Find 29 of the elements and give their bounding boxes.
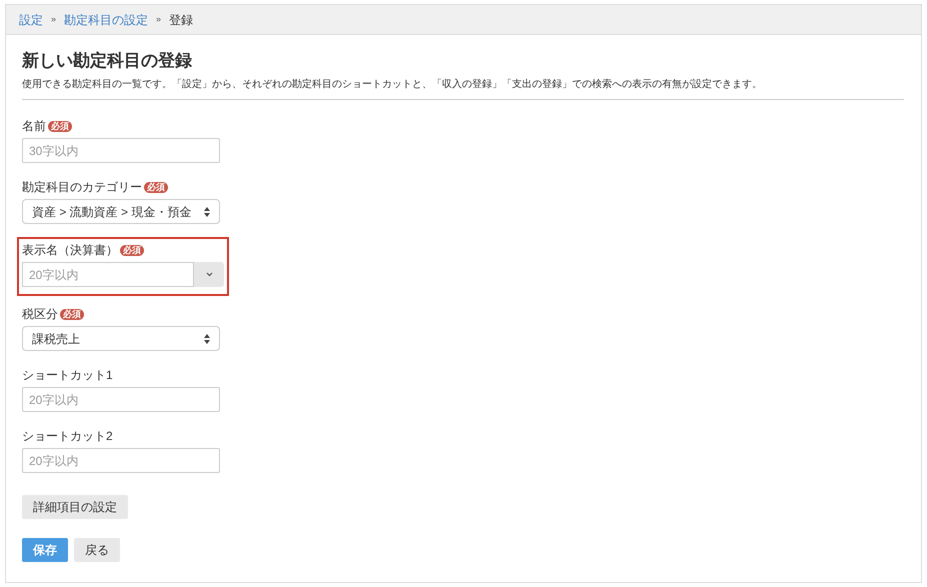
chevron-down-icon [206,272,212,277]
field-label: ショートカット1 [22,367,113,384]
text-field[interactable]: 20字以内 [22,262,194,287]
text-field[interactable]: 30字以内 [22,138,220,163]
field-label: ショートカット2 [22,428,113,445]
field-label: 表示名（決算書） [22,242,118,259]
breadcrumb-separator: » [51,12,56,26]
required-badge: 必須 [60,308,84,320]
breadcrumb-current: 登録 [169,12,194,28]
breadcrumb-link[interactable]: 設定 [19,10,43,28]
required-badge: 必須 [48,120,72,132]
breadcrumb-separator: » [156,12,162,26]
select-dropdown[interactable]: 資産 > 流動資産 > 現金・預金 [22,199,220,224]
updown-arrows-icon [204,334,210,344]
text-field[interactable]: 20字以内 [22,387,220,412]
detail-settings-button[interactable]: 詳細項目の設定 [22,495,128,519]
description-text: 使用できる勘定科目の一覧です。「設定」から、それぞれの勘定科目のショートカットと、「収入の登録」「支出の登録」での検索への表示の有無が設定できます。 [22,78,763,92]
page-title: 新しい勘定科目の登録 [22,50,193,72]
updown-arrows-icon [204,206,210,216]
breadcrumb-link[interactable]: 勘定科目の設定 [64,10,148,28]
field-label: 勘定科目のカテゴリー [22,179,142,196]
field-label: 名前 [22,118,46,135]
field-label: 税区分 [22,306,58,323]
dropdown-button[interactable] [194,262,224,287]
select-dropdown[interactable]: 課税売上 [22,326,220,351]
text-field[interactable]: 20字以内 [22,448,220,473]
required-badge: 必須 [120,244,144,256]
required-badge: 必須 [144,182,168,192]
back-button[interactable]: 戻る [74,538,120,562]
